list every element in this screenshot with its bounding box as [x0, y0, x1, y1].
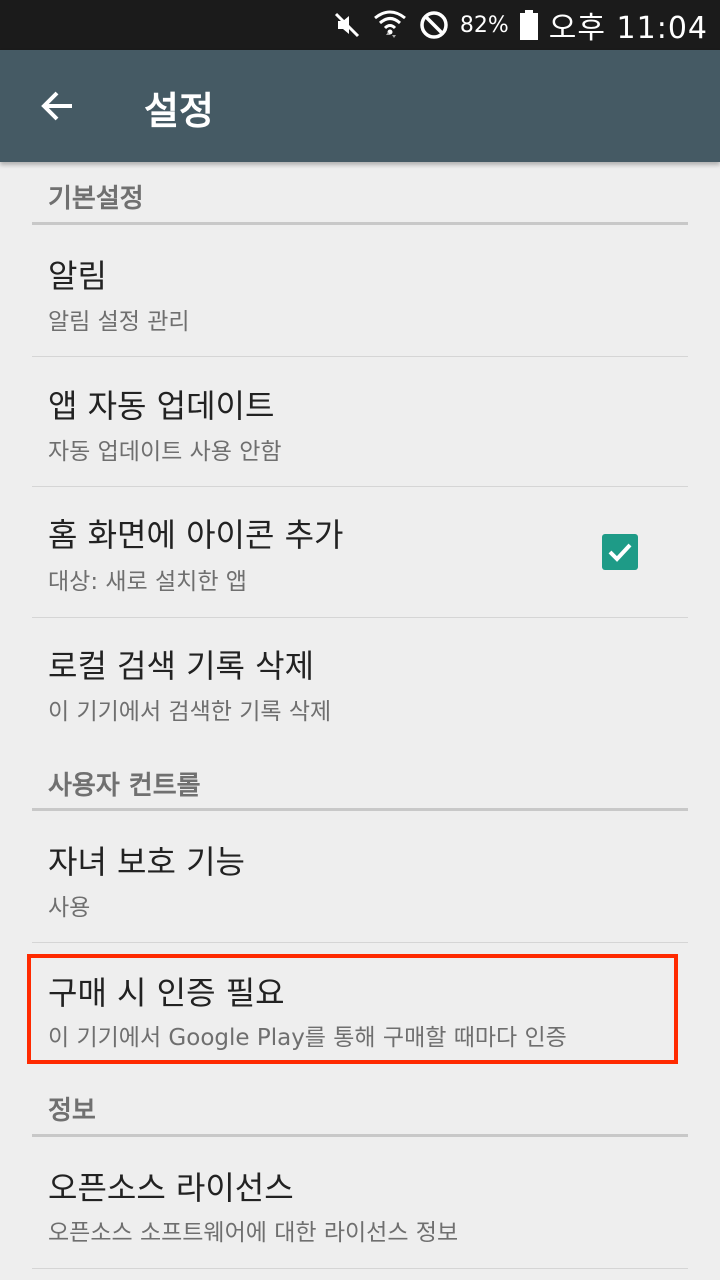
back-button[interactable]	[36, 84, 80, 128]
section-divider	[32, 808, 688, 811]
home-icon-checkbox[interactable]	[602, 534, 638, 570]
wifi-icon	[372, 8, 408, 42]
arrow-back-icon	[41, 91, 72, 121]
battery-percent: 82%	[459, 12, 509, 38]
setting-title: 오픈소스 라이선스	[48, 1169, 294, 1207]
check-icon	[608, 543, 632, 562]
divider	[32, 617, 688, 618]
block-icon	[418, 9, 450, 41]
highlight-box	[27, 954, 678, 1064]
setting-subtitle: 오픈소스 소프트웨어에 대한 라이선스 정보	[48, 1220, 459, 1246]
setting-subtitle: 알림 설정 관리	[48, 309, 190, 335]
app-bar: 설정	[0, 50, 720, 162]
status-bar: 82% 오후 11:04	[0, 0, 720, 50]
setting-title: 홈 화면에 아이콘 추가	[48, 516, 344, 554]
section-divider	[32, 1134, 688, 1137]
section-header-user-controls: 사용자 컨트롤	[48, 771, 201, 801]
divider	[32, 942, 688, 943]
divider	[32, 486, 688, 487]
setting-title: 자녀 보호 기능	[48, 843, 245, 881]
section-header-info: 정보	[48, 1096, 96, 1126]
setting-subtitle: 이 기기에서 검색한 기록 삭제	[48, 699, 332, 725]
mute-icon	[332, 10, 362, 40]
clock: 오후 11:04	[548, 11, 708, 46]
setting-title: 로컬 검색 기록 삭제	[48, 647, 315, 685]
setting-subtitle: 대상: 새로 설치한 앱	[48, 569, 247, 595]
divider	[32, 356, 688, 357]
section-header-basic: 기본설정	[48, 184, 144, 214]
setting-title: 알림	[48, 257, 107, 295]
section-divider	[32, 222, 688, 225]
setting-title: 앱 자동 업데이트	[48, 387, 275, 425]
setting-subtitle: 자동 업데이트 사용 안함	[48, 439, 282, 465]
page-title: 설정	[144, 89, 214, 133]
battery-icon	[519, 9, 539, 41]
setting-subtitle: 사용	[48, 895, 91, 921]
divider	[32, 1268, 688, 1269]
